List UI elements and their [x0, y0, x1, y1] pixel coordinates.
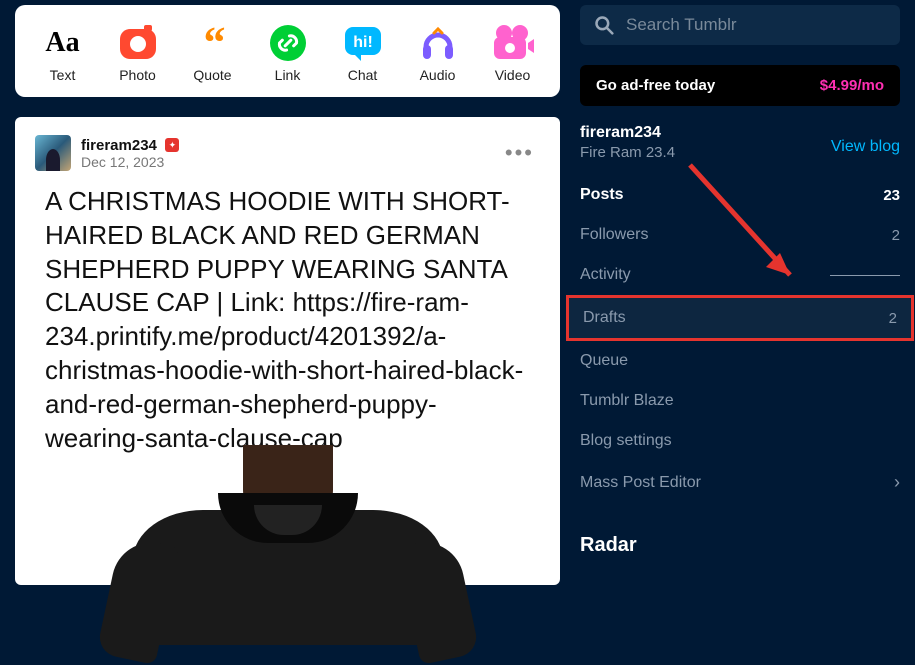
adfree-banner[interactable]: Go ad-free today $4.99/mo [580, 65, 900, 106]
search-input[interactable] [626, 15, 886, 35]
post-type-label: Audio [420, 67, 456, 83]
quote-icon: “ [191, 23, 235, 63]
post-type-link[interactable]: Link [253, 23, 323, 83]
nav-item-activity[interactable]: Activity [580, 255, 900, 295]
activity-sparkline [830, 275, 900, 276]
product-image [15, 475, 560, 585]
nav-item-mass-editor[interactable]: Mass Post Editor › [580, 461, 900, 504]
headphones-icon [416, 23, 460, 63]
svg-text:hi!: hi! [353, 34, 373, 51]
nav-label: Blog settings [580, 432, 672, 450]
post-type-label: Link [275, 67, 301, 83]
nav-label: Queue [580, 352, 628, 370]
chat-icon: hi! [341, 23, 385, 63]
nav-list: Posts 23 Followers 2 Activity Drafts 2 Q… [580, 175, 900, 504]
post-username[interactable]: fireram234 [81, 137, 157, 154]
nav-item-followers[interactable]: Followers 2 [580, 215, 900, 255]
chevron-right-icon: › [894, 472, 900, 493]
nav-count: 2 [889, 310, 897, 327]
video-icon [491, 23, 535, 63]
nav-item-blaze[interactable]: Tumblr Blaze [580, 381, 900, 421]
post-type-text[interactable]: Aa Text [28, 23, 98, 83]
nav-label: Tumblr Blaze [580, 392, 674, 410]
post-type-bar: Aa Text Photo “ Quote Link hi! Chat [15, 5, 560, 97]
post-type-label: Text [50, 67, 76, 83]
search-bar[interactable] [580, 5, 900, 45]
avatar[interactable] [35, 135, 71, 171]
post-type-photo[interactable]: Photo [103, 23, 173, 83]
nav-item-drafts[interactable]: Drafts 2 [566, 295, 914, 341]
profile-section: fireram234 Fire Ram 23.4 View blog [580, 124, 900, 161]
radar-title: Radar [580, 534, 900, 557]
nav-item-settings[interactable]: Blog settings [580, 421, 900, 461]
view-blog-link[interactable]: View blog [831, 138, 900, 156]
post-type-quote[interactable]: “ Quote [178, 23, 248, 83]
nav-label: Mass Post Editor [580, 474, 701, 492]
verified-badge-icon: ✦ [165, 138, 179, 152]
more-button[interactable]: ••• [499, 147, 540, 159]
camera-icon [116, 23, 160, 63]
nav-item-posts[interactable]: Posts 23 [580, 175, 900, 215]
nav-count: 2 [892, 227, 900, 244]
text-icon: Aa [41, 23, 85, 63]
adfree-price: $4.99/mo [820, 77, 884, 94]
nav-count: 23 [883, 187, 900, 204]
nav-label: Activity [580, 266, 631, 284]
nav-label: Followers [580, 226, 648, 244]
post-card: fireram234 ✦ Dec 12, 2023 ••• A CHRISTMA… [15, 117, 560, 585]
adfree-text: Go ad-free today [596, 77, 715, 94]
link-icon [266, 23, 310, 63]
search-icon [594, 15, 614, 35]
post-type-label: Photo [119, 67, 156, 83]
post-date: Dec 12, 2023 [81, 154, 179, 170]
nav-item-queue[interactable]: Queue [580, 341, 900, 381]
post-type-label: Quote [193, 67, 231, 83]
post-type-video[interactable]: Video [478, 23, 548, 83]
post-type-chat[interactable]: hi! Chat [328, 23, 398, 83]
post-type-label: Chat [348, 67, 378, 83]
post-body: A CHRISTMAS HOODIE WITH SHORT-HAIRED BLA… [15, 171, 560, 465]
nav-label: Posts [580, 186, 624, 204]
post-type-label: Video [495, 67, 531, 83]
post-type-audio[interactable]: Audio [403, 23, 473, 83]
nav-label: Drafts [583, 309, 626, 327]
post-header: fireram234 ✦ Dec 12, 2023 ••• [15, 135, 560, 171]
